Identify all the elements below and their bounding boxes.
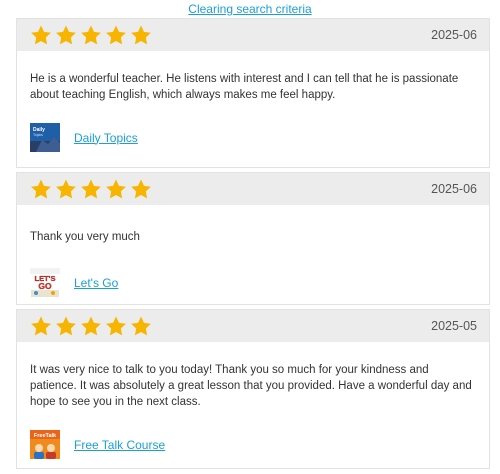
course-info: LET'S GO Let's Go [30,268,476,309]
svg-text:FreeTalk: FreeTalk [34,433,57,439]
review-comment: It was very nice to talk to you today! T… [30,364,472,408]
star-icon [31,179,51,198]
star-icon [106,316,126,335]
course-link[interactable]: Let's Go [74,276,118,290]
review-date: 2025-06 [431,28,477,42]
review-header: 2025-05 [17,310,489,342]
review-card: 2025-06 Thank you very much LET'S GO Let… [16,172,490,305]
star-icon [106,25,126,44]
star-icon [56,316,76,335]
star-icon [131,25,151,44]
clear-search-criteria-link[interactable]: Clearing search criteria [188,2,311,16]
review-card: 2025-06 He is a wonderful teacher. He li… [16,18,490,168]
star-icon [81,25,101,44]
review-list: 2025-06 He is a wonderful teacher. He li… [16,18,490,469]
star-icon [56,179,76,198]
course-info: FreeTalk Free Talk Course [30,430,476,471]
review-card: 2025-05 It was very nice to talk to you … [16,309,490,469]
daily-topics-thumbnail-icon[interactable]: Daily Topics [30,123,60,152]
star-icon [106,179,126,198]
svg-text:GO: GO [38,281,52,291]
star-icon [131,179,151,198]
star-icon [131,316,151,335]
review-date: 2025-05 [431,319,477,333]
star-rating [29,178,153,201]
review-header: 2025-06 [17,173,489,205]
star-icon [31,25,51,44]
star-rating [29,24,153,47]
star-icon [81,179,101,198]
review-comment: Thank you very much [30,231,140,243]
course-info: Daily Topics Daily Topics [30,123,476,165]
star-icon [31,316,51,335]
review-body: He is a wonderful teacher. He listens wi… [17,51,489,165]
star-icon [56,25,76,44]
star-icon [81,316,101,335]
review-body: Thank you very much LET'S GO Let's Go [17,205,489,309]
lets-go-thumbnail-icon[interactable]: LET'S GO [30,268,60,297]
review-comment: He is a wonderful teacher. He listens wi… [30,73,459,101]
star-rating [29,315,153,338]
free-talk-thumbnail-icon[interactable]: FreeTalk [30,430,60,459]
review-date: 2025-06 [431,182,477,196]
course-link[interactable]: Daily Topics [74,131,138,145]
review-header: 2025-06 [17,19,489,51]
svg-text:Topics: Topics [33,133,43,137]
review-body: It was very nice to talk to you today! T… [17,342,489,471]
search-criteria-bar: Clearing search criteria [0,0,500,18]
course-link[interactable]: Free Talk Course [74,438,165,452]
